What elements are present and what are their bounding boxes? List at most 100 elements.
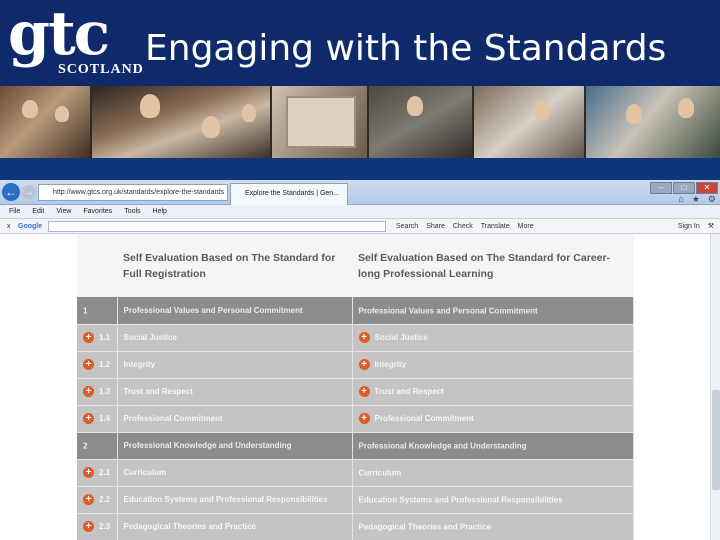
table-row: +2.3 Pedagogical Theories and Practice Ped… xyxy=(77,513,634,540)
expand-plus-icon[interactable]: + xyxy=(358,332,370,343)
expand-plus-icon[interactable]: + xyxy=(83,332,94,343)
expand-plus-icon[interactable]: + xyxy=(83,494,94,505)
row-number: 1.1 xyxy=(99,333,111,342)
full-registration-cell[interactable]: Integrity xyxy=(117,351,353,379)
menu-tools[interactable]: Tools xyxy=(124,205,140,218)
full-registration-cell[interactable]: Professional Commitment xyxy=(117,405,353,433)
full-registration-cell[interactable]: Professional Knowledge and Understanding xyxy=(117,432,353,460)
full-registration-cell[interactable]: Professional Values and Personal Commitm… xyxy=(117,297,353,325)
expand-plus-icon[interactable]: + xyxy=(83,386,94,397)
window-controls: – □ ✕ xyxy=(650,182,718,194)
career-long-learning-cell[interactable]: + Social Justice xyxy=(352,324,634,352)
career-long-learning-label: Trust and Respect xyxy=(374,387,444,396)
page-content: Self Evaluation Based on The Standard fo… xyxy=(0,234,720,540)
scrollbar-thumb[interactable] xyxy=(712,390,720,490)
standards-table-body: 1 Professional Values and Personal Commit… xyxy=(77,297,634,540)
menu-bar: File Edit View Favorites Tools Help xyxy=(0,205,720,219)
row-number-cell: +2.3 xyxy=(77,513,118,540)
google-signin: Sign In ⚒ xyxy=(678,219,714,234)
forward-arrow-icon[interactable]: → xyxy=(22,185,36,199)
row-number: 2 xyxy=(83,441,88,451)
expand-plus-icon[interactable]: + xyxy=(358,359,370,370)
blue-band xyxy=(0,158,720,180)
gtc-scotland-logo: gtc SCOTLAND xyxy=(8,0,143,82)
expand-plus-icon[interactable]: + xyxy=(83,413,94,424)
google-toolbar: x Google Search Share Check Translate Mo… xyxy=(0,219,720,234)
menu-edit[interactable]: Edit xyxy=(32,205,44,218)
career-long-learning-cell[interactable]: + Trust and Respect xyxy=(352,378,634,406)
google-share-button[interactable]: Share xyxy=(426,219,445,234)
students-desk-photo xyxy=(474,86,586,158)
settings-gear-icon[interactable]: ⚙ xyxy=(708,194,716,205)
career-long-learning-cell[interactable]: Curriculum xyxy=(352,459,634,487)
google-translate-button[interactable]: Translate xyxy=(481,219,510,234)
row-number-cell: 1 xyxy=(77,297,118,325)
career-long-learning-cell[interactable]: Professional Values and Personal Commitm… xyxy=(352,297,634,325)
expand-plus-icon[interactable]: + xyxy=(83,359,94,370)
career-long-learning-label: Social Justice xyxy=(374,333,428,342)
full-registration-cell[interactable]: Education Systems and Professional Respo… xyxy=(117,486,353,514)
table-section-row: 2 Professional Knowledge and Understandin… xyxy=(77,432,634,460)
expand-plus-icon[interactable]: + xyxy=(358,413,370,424)
browser-screenshot: ← → http://www.gtcs.org.uk/standards/exp… xyxy=(0,180,720,540)
full-registration-cell[interactable]: Curriculum xyxy=(117,459,353,487)
menu-view[interactable]: View xyxy=(56,205,71,218)
career-long-learning-cell[interactable]: + Integrity xyxy=(352,351,634,379)
row-number-cell: 2 xyxy=(77,432,118,460)
google-search-input[interactable] xyxy=(48,221,386,232)
google-toolbar-close-icon[interactable]: x xyxy=(7,219,11,234)
slide: gtc SCOTLAND Engaging with the Standards xyxy=(0,0,720,540)
career-long-learning-label: Education Systems and Professional Respo… xyxy=(358,495,563,505)
career-long-learning-label: Professional Commitment xyxy=(374,414,474,423)
full-registration-cell[interactable]: Pedagogical Theories and Practice xyxy=(117,513,353,540)
google-check-button[interactable]: Check xyxy=(453,219,473,234)
back-arrow-icon[interactable]: ← xyxy=(2,183,20,201)
students-group-photo xyxy=(586,86,720,158)
close-icon[interactable]: ✕ xyxy=(696,182,718,194)
row-number-cell: +2.2 xyxy=(77,486,118,514)
row-number: 2.1 xyxy=(99,468,111,477)
career-long-learning-cell[interactable]: + Professional Commitment xyxy=(352,405,634,433)
career-long-learning-label: Professional Values and Personal Commitm… xyxy=(358,305,538,315)
wrench-icon[interactable]: ⚒ xyxy=(708,219,714,234)
google-tools: Search Share Check Translate More xyxy=(396,219,534,234)
favorites-star-icon[interactable]: ★ xyxy=(692,194,700,205)
slide-title: Engaging with the Standards xyxy=(145,28,667,69)
photo-strip xyxy=(0,86,720,158)
career-long-learning-label: Integrity xyxy=(374,360,407,369)
career-long-learning-label: Curriculum xyxy=(358,468,402,478)
row-number-cell: +1.2 xyxy=(77,351,118,379)
menu-favorites[interactable]: Favorites xyxy=(83,205,112,218)
table-section-row: 1 Professional Values and Personal Commit… xyxy=(77,297,634,325)
minimize-icon[interactable]: – xyxy=(650,182,672,194)
browser-tab[interactable]: Explore the Standards | Gen... xyxy=(230,183,348,205)
standards-table: Self Evaluation Based on The Standard fo… xyxy=(77,234,634,540)
gtc-plaque-photo xyxy=(272,86,369,158)
table-row: +1.2 Integrity + Integrity xyxy=(77,351,634,379)
career-long-learning-cell[interactable]: Pedagogical Theories and Practice xyxy=(352,513,634,540)
full-registration-cell[interactable]: Trust and Respect xyxy=(117,378,353,406)
career-long-learning-cell[interactable]: Professional Knowledge and Understanding xyxy=(352,432,634,460)
maximize-icon[interactable]: □ xyxy=(673,182,695,194)
menu-help[interactable]: Help xyxy=(153,205,167,218)
address-bar[interactable]: http://www.gtcs.org.uk/standards/explore… xyxy=(38,184,228,201)
menu-file[interactable]: File xyxy=(9,205,20,218)
pupils-photo xyxy=(92,86,272,158)
header-full-registration: Self Evaluation Based on The Standard fo… xyxy=(117,234,352,297)
expand-plus-icon[interactable]: + xyxy=(358,386,370,397)
expand-plus-icon[interactable]: + xyxy=(83,521,94,532)
row-number: 1.3 xyxy=(99,387,111,396)
home-icon[interactable]: ⌂ xyxy=(678,194,683,205)
expand-plus-icon[interactable]: + xyxy=(83,467,94,478)
table-row: +2.2 Education Systems and Professional R… xyxy=(77,486,634,514)
sign-in-link[interactable]: Sign In xyxy=(678,219,700,234)
logo-mark: gtc xyxy=(8,0,110,69)
row-number: 1.2 xyxy=(99,360,111,369)
row-number-cell: +1.3 xyxy=(77,378,118,406)
google-search-button[interactable]: Search xyxy=(396,219,418,234)
table-row: +1.3 Trust and Respect + Trust and Respect xyxy=(77,378,634,406)
google-more-button[interactable]: More xyxy=(518,219,534,234)
page-scrollbar[interactable] xyxy=(710,234,720,540)
full-registration-cell[interactable]: Social Justice xyxy=(117,324,353,352)
career-long-learning-cell[interactable]: Education Systems and Professional Respo… xyxy=(352,486,634,514)
